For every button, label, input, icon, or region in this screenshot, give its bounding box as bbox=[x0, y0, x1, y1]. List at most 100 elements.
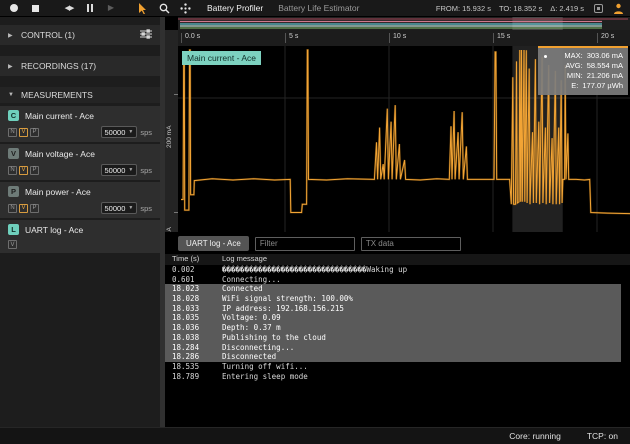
stat-max-label: MAX: bbox=[564, 51, 582, 61]
sidebar: ▶ CONTROL (1) ▶ RECORDINGS (17) ▼ MEASUR… bbox=[0, 17, 160, 427]
log-row[interactable]: 18.038 Publishing to the cloud bbox=[165, 333, 621, 343]
measurement-controls: NVP 50000▼sps bbox=[8, 126, 152, 138]
stat-max-value: 303.06 mA bbox=[587, 51, 623, 61]
log-row[interactable]: 18.535Turning off wifi... bbox=[165, 362, 630, 372]
toggle-v[interactable]: V bbox=[19, 166, 28, 175]
log-row[interactable]: 18.789Entering sleep mode bbox=[165, 372, 630, 382]
log-message: IP address: 192.168.156.215 bbox=[222, 304, 344, 314]
toggle-v[interactable]: V bbox=[8, 240, 17, 249]
log-row[interactable]: 18.028WiFi signal strength: 100.00% bbox=[165, 294, 621, 304]
measurement-name: Main power - Ace bbox=[25, 187, 91, 197]
chevron-down-icon: ▼ bbox=[128, 129, 133, 135]
core-status: Core: running bbox=[509, 431, 561, 441]
sample-rate-select[interactable]: 50000▼ bbox=[101, 202, 138, 214]
toggle-n[interactable]: N bbox=[8, 166, 17, 175]
log-message: ��������������������������������Waking u… bbox=[222, 265, 407, 275]
log-time: 18.028 bbox=[172, 294, 199, 304]
channel-type-badge: L bbox=[8, 224, 19, 235]
measurement-card[interactable]: PMain power - Ace NVP 50000▼sps bbox=[0, 182, 160, 218]
sidebar-section-control[interactable]: ▶ CONTROL (1) bbox=[0, 25, 160, 45]
chevron-down-icon: ▼ bbox=[8, 92, 15, 98]
log-row[interactable]: 18.036Depth: 0.37 m bbox=[165, 323, 621, 333]
log-message: Publishing to the cloud bbox=[222, 333, 326, 343]
tx-data-input[interactable] bbox=[361, 237, 461, 251]
section-label: CONTROL (1) bbox=[21, 30, 75, 40]
channel-type-badge: C bbox=[8, 110, 19, 121]
filter-input[interactable] bbox=[255, 237, 355, 251]
log-time: 18.535 bbox=[172, 362, 199, 372]
column-time: Time (s) bbox=[172, 254, 199, 263]
toggle-n[interactable]: N bbox=[8, 204, 17, 213]
log-row[interactable]: 0.002 ��������������������������������Wak… bbox=[165, 265, 630, 275]
sample-rate-unit: sps bbox=[140, 204, 152, 213]
waveform-plot[interactable]: Main current - Ace MAX:303.06 mA AVG:58.… bbox=[178, 46, 630, 232]
log-time: 18.033 bbox=[172, 304, 199, 314]
log-time: 18.036 bbox=[172, 323, 199, 333]
user-icon[interactable] bbox=[612, 2, 624, 14]
log-table-header: Time (s) Log message bbox=[165, 254, 630, 265]
record-icon[interactable] bbox=[8, 2, 20, 14]
log-time: 18.284 bbox=[172, 343, 199, 353]
log-message: Connecting... bbox=[222, 275, 281, 285]
selection-delta: Δ: 2.419 s bbox=[550, 4, 584, 13]
measurement-name: UART log - Ace bbox=[25, 225, 83, 235]
sidebar-section-recordings[interactable]: ▶ RECORDINGS (17) bbox=[0, 56, 160, 76]
measurement-controls: NVP 50000▼sps bbox=[8, 202, 152, 214]
measurement-title: C Main current - Ace bbox=[8, 110, 152, 121]
select-cursor-icon[interactable] bbox=[137, 2, 149, 14]
measurement-name: Main current - Ace bbox=[25, 111, 94, 121]
measurement-card[interactable]: VMain voltage - Ace NVP 50000▼sps bbox=[0, 144, 160, 180]
pan-tool-icon[interactable] bbox=[179, 2, 191, 14]
tab-battery-profiler[interactable]: Battery Profiler bbox=[207, 3, 263, 13]
measurement-card[interactable]: L UART log - Ace V bbox=[0, 220, 160, 253]
time-axis[interactable]: 0.0 s5 s10 s15 s20 s bbox=[178, 30, 630, 46]
skip-back-icon[interactable]: ◀▶ bbox=[63, 2, 75, 14]
log-row[interactable]: 18.035Voltage: 0.09 bbox=[165, 313, 621, 323]
measurement-title: PMain power - Ace bbox=[8, 186, 152, 197]
sample-rate-unit: sps bbox=[140, 166, 152, 175]
sample-rate-value: 50000 bbox=[105, 204, 126, 213]
measurement-controls: V bbox=[8, 240, 152, 249]
y-axis-gutter: 200 mA 0.0 A bbox=[165, 30, 178, 232]
log-row[interactable]: 18.033 IP address: 192.168.156.215 bbox=[165, 304, 621, 314]
measurement-controls: NVP 50000▼sps bbox=[8, 164, 152, 176]
tab-battery-life-estimator[interactable]: Battery Life Estimator bbox=[278, 3, 359, 13]
measurement-title: VMain voltage - Ace bbox=[8, 148, 152, 159]
sample-rate-select[interactable]: 50000▼ bbox=[101, 164, 138, 176]
log-time: 18.038 bbox=[172, 333, 199, 343]
measurement-title: L UART log - Ace bbox=[8, 224, 152, 235]
toggle-v[interactable]: V bbox=[19, 204, 28, 213]
pause-icon[interactable] bbox=[84, 2, 96, 14]
x-tick: 10 s bbox=[389, 33, 390, 43]
zoom-tool-icon[interactable] bbox=[158, 2, 170, 14]
sidebar-section-measurements[interactable]: ▼ MEASUREMENTS bbox=[0, 87, 160, 103]
log-time: 0.002 bbox=[172, 265, 195, 275]
log-time: 0.601 bbox=[172, 275, 195, 285]
sample-rate: 50000▼sps bbox=[101, 164, 152, 176]
toggle-n[interactable]: N bbox=[8, 128, 17, 137]
chevron-right-icon: ▶ bbox=[8, 63, 15, 70]
channel-chip[interactable]: Main current - Ace bbox=[182, 51, 261, 65]
toggle-p[interactable]: P bbox=[30, 128, 39, 137]
sample-rate-select[interactable]: 50000▼ bbox=[101, 126, 138, 138]
uart-log-tab[interactable]: UART log - Ace bbox=[178, 236, 249, 251]
log-row[interactable]: 18.286Disconnected bbox=[165, 352, 621, 362]
toggle-v[interactable]: V bbox=[19, 128, 28, 137]
toggle-p[interactable]: P bbox=[30, 166, 39, 175]
sample-rate: 50000▼sps bbox=[101, 126, 152, 138]
log-row[interactable]: 18.284Disconnecting... bbox=[165, 343, 621, 353]
sliders-icon[interactable] bbox=[140, 29, 152, 41]
measurement-card[interactable]: C Main current - Ace NVP 50000▼sps bbox=[0, 106, 160, 142]
toggle-p[interactable]: P bbox=[30, 204, 39, 213]
stop-icon[interactable] bbox=[29, 2, 41, 14]
stats-bullet-icon bbox=[544, 55, 547, 58]
log-message: Connected bbox=[222, 284, 263, 294]
x-tick: 15 s bbox=[493, 33, 494, 43]
device-icon[interactable] bbox=[592, 2, 604, 14]
stat-min-label: MIN: bbox=[567, 71, 583, 81]
log-row[interactable]: 0.601 Connecting... bbox=[165, 275, 630, 285]
measurement-name: Main voltage - Ace bbox=[25, 149, 95, 159]
stat-avg-value: 58.554 mA bbox=[587, 61, 623, 71]
recording-minimap[interactable] bbox=[178, 17, 630, 30]
log-row[interactable]: 18.023Connected bbox=[165, 284, 621, 294]
